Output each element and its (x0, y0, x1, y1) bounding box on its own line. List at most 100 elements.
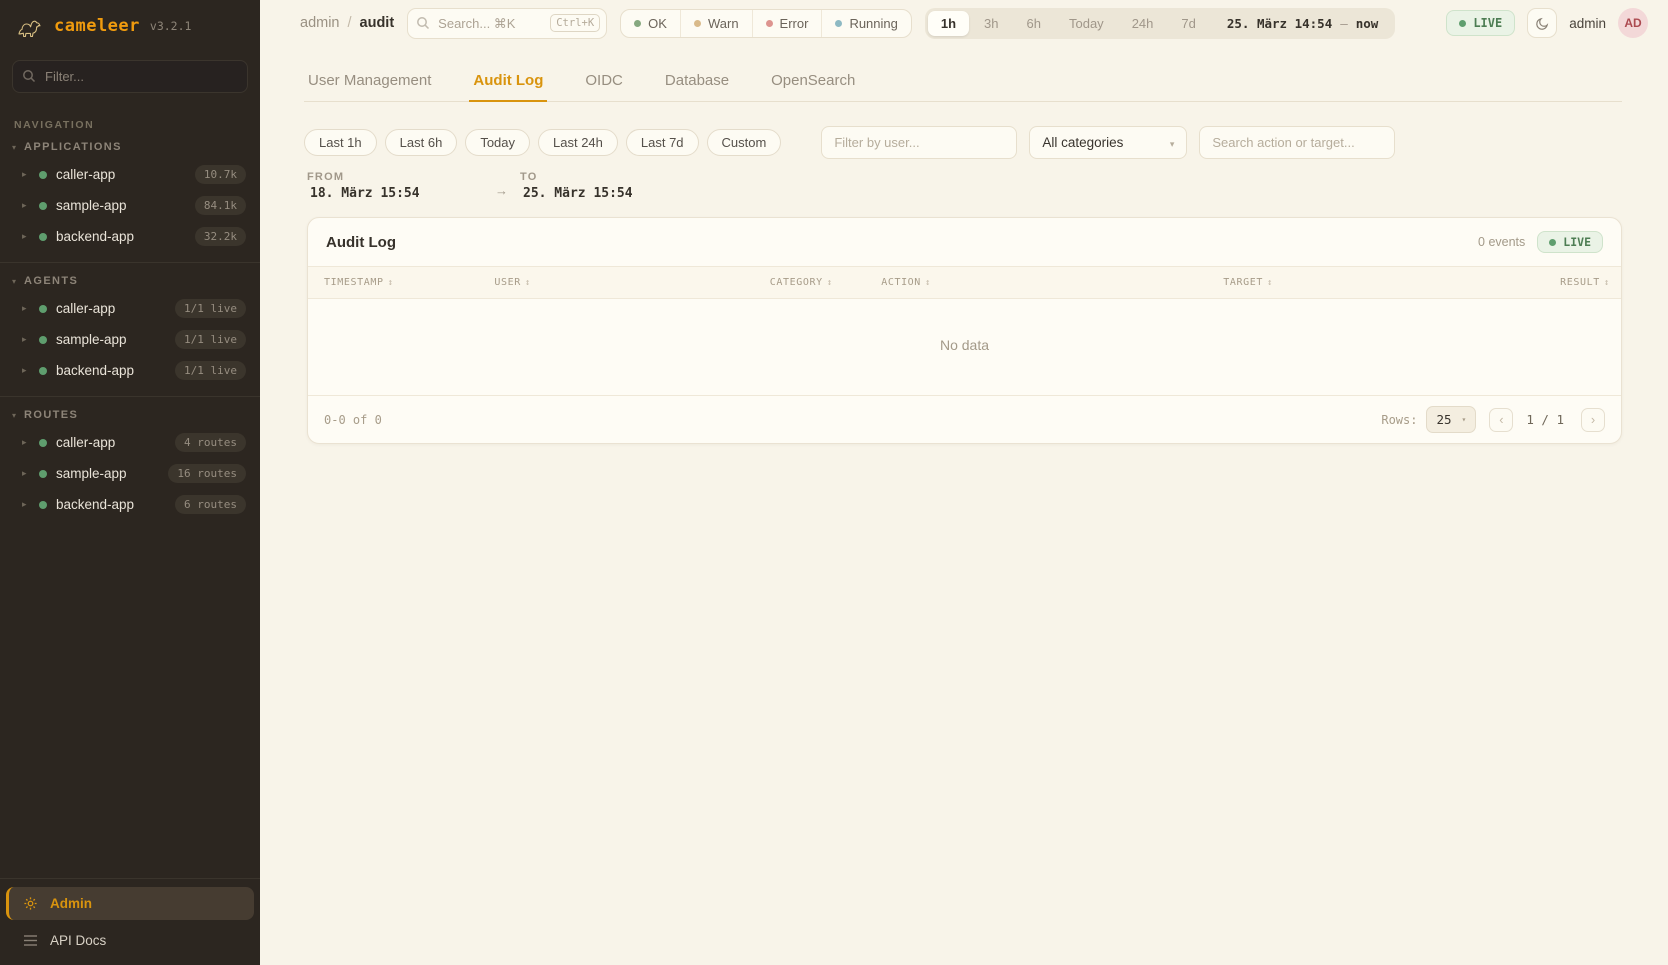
column-label: ACTION (881, 277, 921, 288)
item-label: backend-app (56, 229, 134, 244)
sort-icon: ↕ (827, 278, 833, 288)
count-badge: 10.7k (195, 165, 246, 184)
from-label: FROM (307, 171, 495, 183)
time-range-24h[interactable]: 24h (1119, 11, 1167, 36)
sidebar-item-agent-backend-app[interactable]: ▸ backend-app 1/1 live (0, 355, 260, 386)
quick-range-custom[interactable]: Custom (707, 129, 782, 156)
status-dot (39, 439, 47, 447)
divider (0, 396, 260, 397)
collapse-caret-icon: ▾ (12, 143, 16, 152)
column-label: USER (494, 277, 520, 288)
sidebar-item-route-sample-app[interactable]: ▸ sample-app 16 routes (0, 458, 260, 489)
gear-icon (23, 896, 38, 911)
quick-range-last-7d[interactable]: Last 7d (626, 129, 699, 156)
chevron-right-icon: ▸ (22, 334, 30, 345)
section-header-routes[interactable]: ▾ ROUTES (0, 399, 260, 427)
chevron-down-icon: ▾ (1170, 139, 1175, 150)
status-filter-error[interactable]: Error (752, 10, 822, 37)
app-logo[interactable]: cameleer v3.2.1 (0, 0, 260, 50)
status-dot (39, 367, 47, 375)
quick-range-last-1h[interactable]: Last 1h (304, 129, 377, 156)
sidebar-item-agent-sample-app[interactable]: ▸ sample-app 1/1 live (0, 324, 260, 355)
live-toggle[interactable]: LIVE (1446, 10, 1515, 36)
tab-audit-log[interactable]: Audit Log (469, 62, 547, 102)
column-header-timestamp[interactable]: TIMESTAMP ↕ (324, 277, 494, 288)
time-range-1h[interactable]: 1h (928, 11, 969, 36)
column-header-action[interactable]: ACTION ↕ (881, 277, 1223, 288)
item-label: caller-app (56, 167, 115, 182)
avatar[interactable]: AD (1618, 8, 1648, 38)
camel-logo-icon (16, 14, 44, 38)
filter-by-user-input[interactable] (821, 126, 1017, 159)
category-select[interactable]: All categories ▾ (1029, 126, 1187, 159)
status-label: Error (780, 16, 809, 31)
item-label: sample-app (56, 332, 127, 347)
sidebar-item-admin[interactable]: Admin (6, 887, 254, 920)
tab-oidc[interactable]: OIDC (581, 62, 627, 102)
routes-badge: 4 routes (175, 433, 246, 452)
sort-icon: ↕ (925, 278, 931, 288)
sidebar: cameleer v3.2.1 NAVIGATION ▾ APPLICATION… (0, 0, 260, 965)
audit-log-card: Audit Log 0 events LIVE TIMESTAMP ↕ USER… (307, 217, 1622, 444)
navigation-caption: NAVIGATION (0, 119, 260, 131)
live-dot-icon (1459, 20, 1466, 27)
tab-database[interactable]: Database (661, 62, 733, 102)
column-header-category[interactable]: CATEGORY ↕ (770, 277, 881, 288)
sidebar-filter-input[interactable] (12, 60, 248, 93)
chevron-right-icon: ▸ (22, 303, 30, 314)
status-filter-ok[interactable]: OK (621, 10, 680, 37)
chevron-right-icon: ▸ (22, 468, 30, 479)
global-search: Ctrl+K (407, 8, 607, 39)
warn-dot-icon (694, 20, 701, 27)
section-header-applications[interactable]: ▾ APPLICATIONS (0, 131, 260, 159)
admin-label: Admin (50, 896, 92, 911)
theme-toggle-button[interactable] (1527, 8, 1557, 38)
to-value[interactable]: 25. März 15:54 (520, 186, 708, 201)
from-value[interactable]: 18. März 15:54 (307, 186, 495, 201)
column-header-result[interactable]: RESULT ↕ (1560, 277, 1610, 288)
audit-log-footer: 0-0 of 0 Rows: 25 ▾ ‹ 1 / 1 › (308, 395, 1621, 443)
next-page-button[interactable]: › (1581, 408, 1605, 432)
sidebar-item-route-backend-app[interactable]: ▸ backend-app 6 routes (0, 489, 260, 520)
status-filter-warn[interactable]: Warn (680, 10, 752, 37)
rows-label: Rows: (1381, 413, 1417, 427)
status-dot (39, 336, 47, 344)
page-indicator: 1 / 1 (1522, 412, 1568, 427)
time-range-7d[interactable]: 7d (1168, 11, 1208, 36)
column-header-user[interactable]: USER ↕ (494, 277, 769, 288)
audit-filters-row: Last 1h Last 6h Today Last 24h Last 7d C… (304, 126, 1622, 159)
action-target-search-input[interactable] (1199, 126, 1395, 159)
quick-range-today[interactable]: Today (465, 129, 530, 156)
sidebar-item-app-backend-app[interactable]: ▸ backend-app 32.2k (0, 221, 260, 252)
time-range-3h[interactable]: 3h (971, 11, 1011, 36)
sidebar-item-app-caller-app[interactable]: ▸ caller-app 10.7k (0, 159, 260, 190)
time-range-today[interactable]: Today (1056, 11, 1117, 36)
status-dot (39, 470, 47, 478)
status-filter-running[interactable]: Running (821, 10, 910, 37)
status-dot (39, 305, 47, 313)
tab-user-management[interactable]: User Management (304, 62, 435, 102)
quick-range-last-6h[interactable]: Last 6h (385, 129, 458, 156)
section-label: APPLICATIONS (24, 141, 122, 153)
sidebar-item-app-sample-app[interactable]: ▸ sample-app 84.1k (0, 190, 260, 221)
arrow-right-icon: → (495, 183, 508, 201)
breadcrumb-parent[interactable]: admin (300, 15, 340, 31)
live-badge[interactable]: LIVE (1537, 231, 1603, 253)
time-display: 25. März 14:54 – now (1211, 16, 1392, 31)
column-header-target[interactable]: TARGET ↕ (1223, 277, 1560, 288)
tab-opensearch[interactable]: OpenSearch (767, 62, 859, 102)
sidebar-item-api-docs[interactable]: API Docs (0, 924, 260, 957)
time-range-6h[interactable]: 6h (1014, 11, 1054, 36)
chevron-right-icon: ▸ (22, 437, 30, 448)
quick-range-last-24h[interactable]: Last 24h (538, 129, 618, 156)
sidebar-item-route-caller-app[interactable]: ▸ caller-app 4 routes (0, 427, 260, 458)
previous-page-button[interactable]: ‹ (1489, 408, 1513, 432)
live-dot-icon (1549, 239, 1556, 246)
sidebar-item-agent-caller-app[interactable]: ▸ caller-app 1/1 live (0, 293, 260, 324)
section-header-agents[interactable]: ▾ AGENTS (0, 265, 260, 293)
from-block: FROM 18. März 15:54 (307, 171, 495, 201)
section-label: AGENTS (24, 275, 78, 287)
status-filter-group: OK Warn Error Running (620, 9, 912, 38)
rows-per-page-select[interactable]: 25 ▾ (1426, 406, 1476, 433)
sidebar-section-applications: ▾ APPLICATIONS ▸ caller-app 10.7k ▸ samp… (0, 131, 260, 252)
